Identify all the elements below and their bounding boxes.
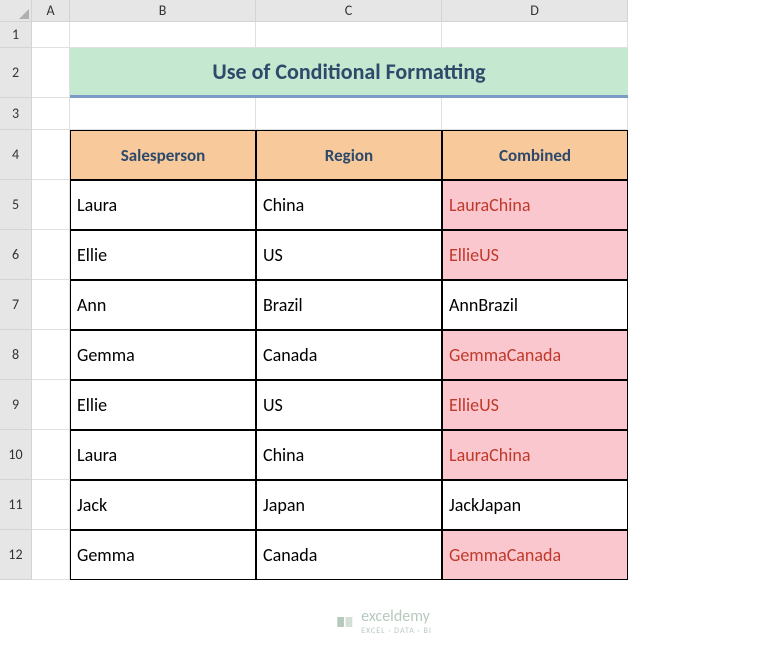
cell-region-5[interactable]: China	[256, 180, 442, 230]
cell-a12[interactable]	[32, 530, 70, 580]
cell-a2[interactable]	[32, 48, 70, 98]
cell-salesperson-9[interactable]: Ellie	[70, 380, 256, 430]
cell-a7[interactable]	[32, 280, 70, 330]
cell-d1[interactable]	[442, 22, 628, 48]
cell-region-6[interactable]: US	[256, 230, 442, 280]
spreadsheet-grid: A B C D 1 2 Use of Conditional Formattin…	[0, 0, 767, 580]
cell-b1[interactable]	[70, 22, 256, 48]
row-header-6[interactable]: 6	[0, 230, 32, 280]
col-header-b[interactable]: B	[70, 0, 256, 22]
header-combined[interactable]: Combined	[442, 130, 628, 180]
col-header-a[interactable]: A	[32, 0, 70, 22]
cell-b3[interactable]	[70, 98, 256, 130]
row-header-12[interactable]: 12	[0, 530, 32, 580]
cell-region-12[interactable]: Canada	[256, 530, 442, 580]
row-header-8[interactable]: 8	[0, 330, 32, 380]
cell-salesperson-11[interactable]: Jack	[70, 480, 256, 530]
row-header-1[interactable]: 1	[0, 22, 32, 48]
cell-combined-7[interactable]: AnnBrazil	[442, 280, 628, 330]
cell-region-11[interactable]: Japan	[256, 480, 442, 530]
cell-combined-11[interactable]: JackJapan	[442, 480, 628, 530]
cell-region-8[interactable]: Canada	[256, 330, 442, 380]
header-salesperson[interactable]: Salesperson	[70, 130, 256, 180]
cell-combined-12[interactable]: GemmaCanada	[442, 530, 628, 580]
row-header-10[interactable]: 10	[0, 430, 32, 480]
select-all-corner[interactable]	[0, 0, 32, 22]
row-header-11[interactable]: 11	[0, 480, 32, 530]
cell-a10[interactable]	[32, 430, 70, 480]
cell-a8[interactable]	[32, 330, 70, 380]
col-header-d[interactable]: D	[442, 0, 628, 22]
cell-salesperson-10[interactable]: Laura	[70, 430, 256, 480]
row-header-3[interactable]: 3	[0, 98, 32, 130]
watermark-subtext: EXCEL · DATA · BI	[361, 626, 432, 636]
col-header-c[interactable]: C	[256, 0, 442, 22]
cell-c3[interactable]	[256, 98, 442, 130]
cell-a4[interactable]	[32, 130, 70, 180]
cell-salesperson-8[interactable]: Gemma	[70, 330, 256, 380]
watermark: exceldemy EXCEL · DATA · BI	[335, 607, 432, 636]
cell-salesperson-7[interactable]: Ann	[70, 280, 256, 330]
cell-salesperson-12[interactable]: Gemma	[70, 530, 256, 580]
row-header-9[interactable]: 9	[0, 380, 32, 430]
cell-a1[interactable]	[32, 22, 70, 48]
cell-a6[interactable]	[32, 230, 70, 280]
title-cell[interactable]: Use of Conditional Formatting	[70, 48, 628, 98]
cell-salesperson-5[interactable]: Laura	[70, 180, 256, 230]
row-header-2[interactable]: 2	[0, 48, 32, 98]
exceldemy-logo-icon	[335, 612, 355, 632]
cell-combined-9[interactable]: EllieUS	[442, 380, 628, 430]
cell-a3[interactable]	[32, 98, 70, 130]
cell-combined-5[interactable]: LauraChina	[442, 180, 628, 230]
cell-c1[interactable]	[256, 22, 442, 48]
row-header-4[interactable]: 4	[0, 130, 32, 180]
cell-a9[interactable]	[32, 380, 70, 430]
cell-region-10[interactable]: China	[256, 430, 442, 480]
cell-combined-8[interactable]: GemmaCanada	[442, 330, 628, 380]
cell-combined-6[interactable]: EllieUS	[442, 230, 628, 280]
cell-region-7[interactable]: Brazil	[256, 280, 442, 330]
header-region[interactable]: Region	[256, 130, 442, 180]
cell-combined-10[interactable]: LauraChina	[442, 430, 628, 480]
watermark-text: exceldemy	[361, 607, 432, 626]
row-header-5[interactable]: 5	[0, 180, 32, 230]
cell-d3[interactable]	[442, 98, 628, 130]
cell-salesperson-6[interactable]: Ellie	[70, 230, 256, 280]
cell-a11[interactable]	[32, 480, 70, 530]
row-header-7[interactable]: 7	[0, 280, 32, 330]
cell-a5[interactable]	[32, 180, 70, 230]
cell-region-9[interactable]: US	[256, 380, 442, 430]
